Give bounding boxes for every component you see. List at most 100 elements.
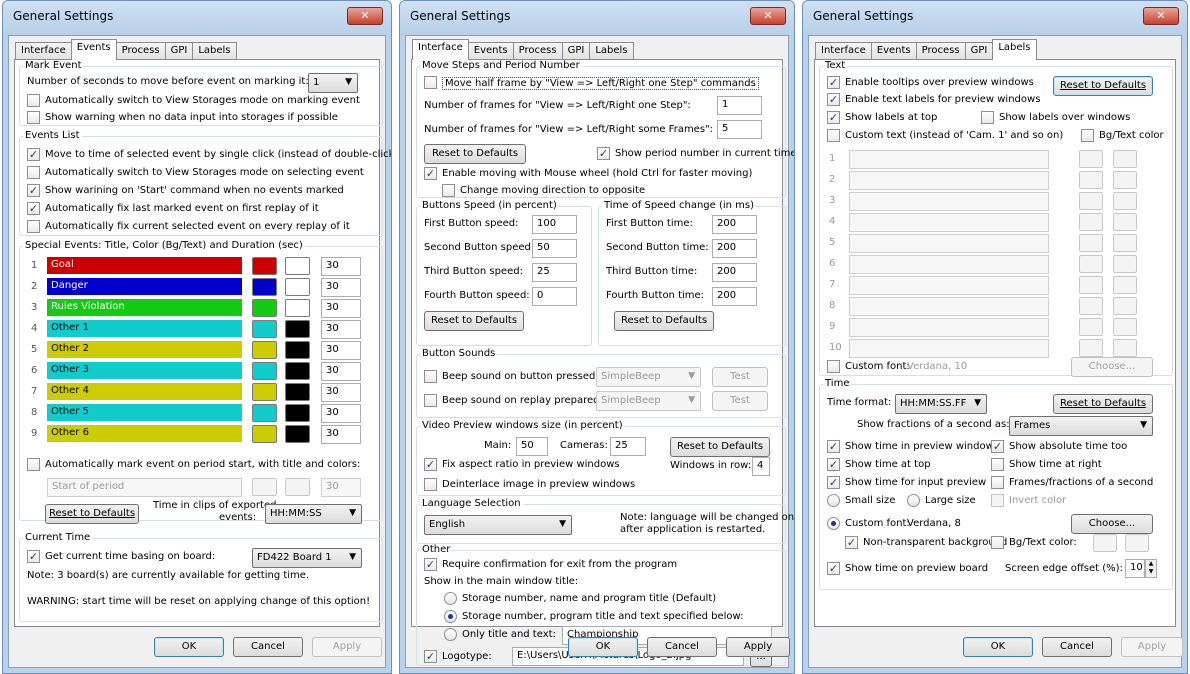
tab-interface[interactable]: Interface [412,39,469,60]
label-text-swatch[interactable] [1113,318,1137,336]
absolute-time-checkbox[interactable]: ✓ [991,440,1004,453]
event-duration-input[interactable]: 30 [321,404,361,423]
event-duration-input[interactable]: 30 [321,299,361,318]
time-reset-button[interactable]: Reset to Defaults [1053,394,1153,414]
tab-gpi[interactable]: GPI [164,42,194,60]
event-bg-color[interactable] [252,362,277,380]
sound-replay-select[interactable]: SimpleBeep ▼ [596,391,701,411]
event-text-color[interactable] [285,341,310,359]
fix-aspect-checkbox[interactable]: ✓ [424,458,437,471]
event-duration-input[interactable]: 30 [321,425,361,444]
warn-no-data-checkbox[interactable] [27,111,40,124]
custom-label-input[interactable] [849,234,1049,253]
label-bg-swatch[interactable] [1079,150,1103,168]
event-bg-color[interactable] [252,383,277,401]
time-reset-button[interactable]: Reset to Defaults [614,311,714,331]
test-pressed-button[interactable]: Test [712,367,768,387]
beep-pressed-checkbox[interactable] [424,370,437,383]
event-bg-color[interactable] [252,257,277,275]
event-title-field[interactable]: Other 6 [47,425,242,442]
move-single-click-checkbox[interactable]: ✓ [27,148,40,161]
half-frame-checkbox[interactable] [424,76,437,89]
custom-text-checkbox[interactable] [827,129,840,142]
tab-process[interactable]: Process [915,42,966,60]
label-bg-swatch[interactable] [1079,234,1103,252]
event-title-field[interactable]: Rules Violation [47,299,242,316]
event-duration-input[interactable]: 30 [321,257,361,276]
language-select[interactable]: English ▼ [424,515,572,535]
custom-label-input[interactable] [849,171,1049,190]
event-duration-input[interactable]: 30 [321,341,361,360]
ok-button[interactable]: OK [963,637,1033,657]
tab-labels[interactable]: Labels [192,42,237,60]
custom-font-radio[interactable] [827,517,840,530]
bg-text-color-checkbox[interactable] [1081,129,1094,142]
label-text-swatch[interactable] [1113,276,1137,294]
sound-pressed-select[interactable]: SimpleBeep ▼ [596,367,701,387]
cancel-button[interactable]: Cancel [233,637,303,657]
label-text-swatch[interactable] [1113,150,1137,168]
invert-color-checkbox[interactable] [991,494,1004,507]
custom-label-input[interactable] [849,339,1049,358]
tab-interface[interactable]: Interface [815,42,872,60]
first-speed-input[interactable]: 100 [532,215,577,234]
cancel-button[interactable]: Cancel [647,637,717,657]
event-bg-color[interactable] [252,341,277,359]
label-text-swatch[interactable] [1113,213,1137,231]
apply-button[interactable]: Apply [726,637,790,657]
label-text-swatch[interactable] [1113,234,1137,252]
event-duration-input[interactable]: 30 [321,362,361,381]
board-select[interactable]: FD422 Board 1 ▼ [252,548,362,568]
auto-mark-checkbox[interactable] [27,458,40,471]
frames-fractions-checkbox[interactable] [991,476,1004,489]
close-button[interactable]: ✕ [1143,7,1179,25]
event-bg-color[interactable] [252,320,277,338]
label-text-swatch[interactable] [1113,297,1137,315]
small-size-radio[interactable] [827,494,840,507]
tab-process[interactable]: Process [512,42,563,60]
confirm-exit-checkbox[interactable]: ✓ [424,558,437,571]
custom-label-input[interactable] [849,192,1049,211]
second-speed-input[interactable]: 50 [532,239,577,258]
time-bg-swatch[interactable] [1093,534,1117,552]
period-text-color[interactable] [285,478,310,496]
show-period-checkbox[interactable]: ✓ [597,147,610,160]
fractions-select[interactable]: Frames ▼ [1009,416,1153,436]
custom-label-input[interactable] [849,318,1049,337]
switch-storages-checkbox[interactable] [27,94,40,107]
title-option-1-radio[interactable] [444,592,457,605]
warn-start-checkbox[interactable]: ✓ [27,184,40,197]
title-option-2-radio[interactable] [444,610,457,623]
title-option-3-radio[interactable] [444,628,457,641]
fix-current-checkbox[interactable] [27,220,40,233]
speed-reset-button[interactable]: Reset to Defaults [424,311,524,331]
third-time-input[interactable]: 200 [712,263,757,282]
get-time-checkbox[interactable]: ✓ [27,550,40,563]
text-reset-button[interactable]: Reset to Defaults [1053,76,1153,96]
cancel-button[interactable]: Cancel [1042,637,1112,657]
event-text-color[interactable] [285,404,310,422]
seconds-select[interactable]: 1 ▼ [308,73,358,93]
label-bg-swatch[interactable] [1079,276,1103,294]
custom-label-input[interactable] [849,255,1049,274]
tab-gpi[interactable]: GPI [561,42,591,60]
time-at-right-checkbox[interactable] [991,458,1004,471]
preview-reset-button[interactable]: Reset to Defaults [670,437,770,457]
event-bg-color[interactable] [252,278,277,296]
custom-font-checkbox[interactable] [827,360,840,373]
event-text-color[interactable] [285,278,310,296]
close-button[interactable]: ✕ [347,7,383,25]
labels-over-checkbox[interactable] [981,111,994,124]
tab-process[interactable]: Process [115,42,166,60]
period-duration-input[interactable]: 30 [321,478,361,497]
edge-offset-input[interactable]: 10 [1125,559,1145,578]
input-preview-checkbox[interactable]: ✓ [827,476,840,489]
event-duration-input[interactable]: 30 [321,320,361,339]
label-bg-swatch[interactable] [1079,192,1103,210]
apply-button[interactable]: Apply [312,637,382,657]
deinterlace-checkbox[interactable] [424,478,437,491]
custom-label-input[interactable] [849,213,1049,232]
apply-button[interactable]: Apply [1121,637,1183,657]
text-font-choose-button[interactable]: Choose... [1071,357,1153,377]
label-bg-swatch[interactable] [1079,213,1103,231]
